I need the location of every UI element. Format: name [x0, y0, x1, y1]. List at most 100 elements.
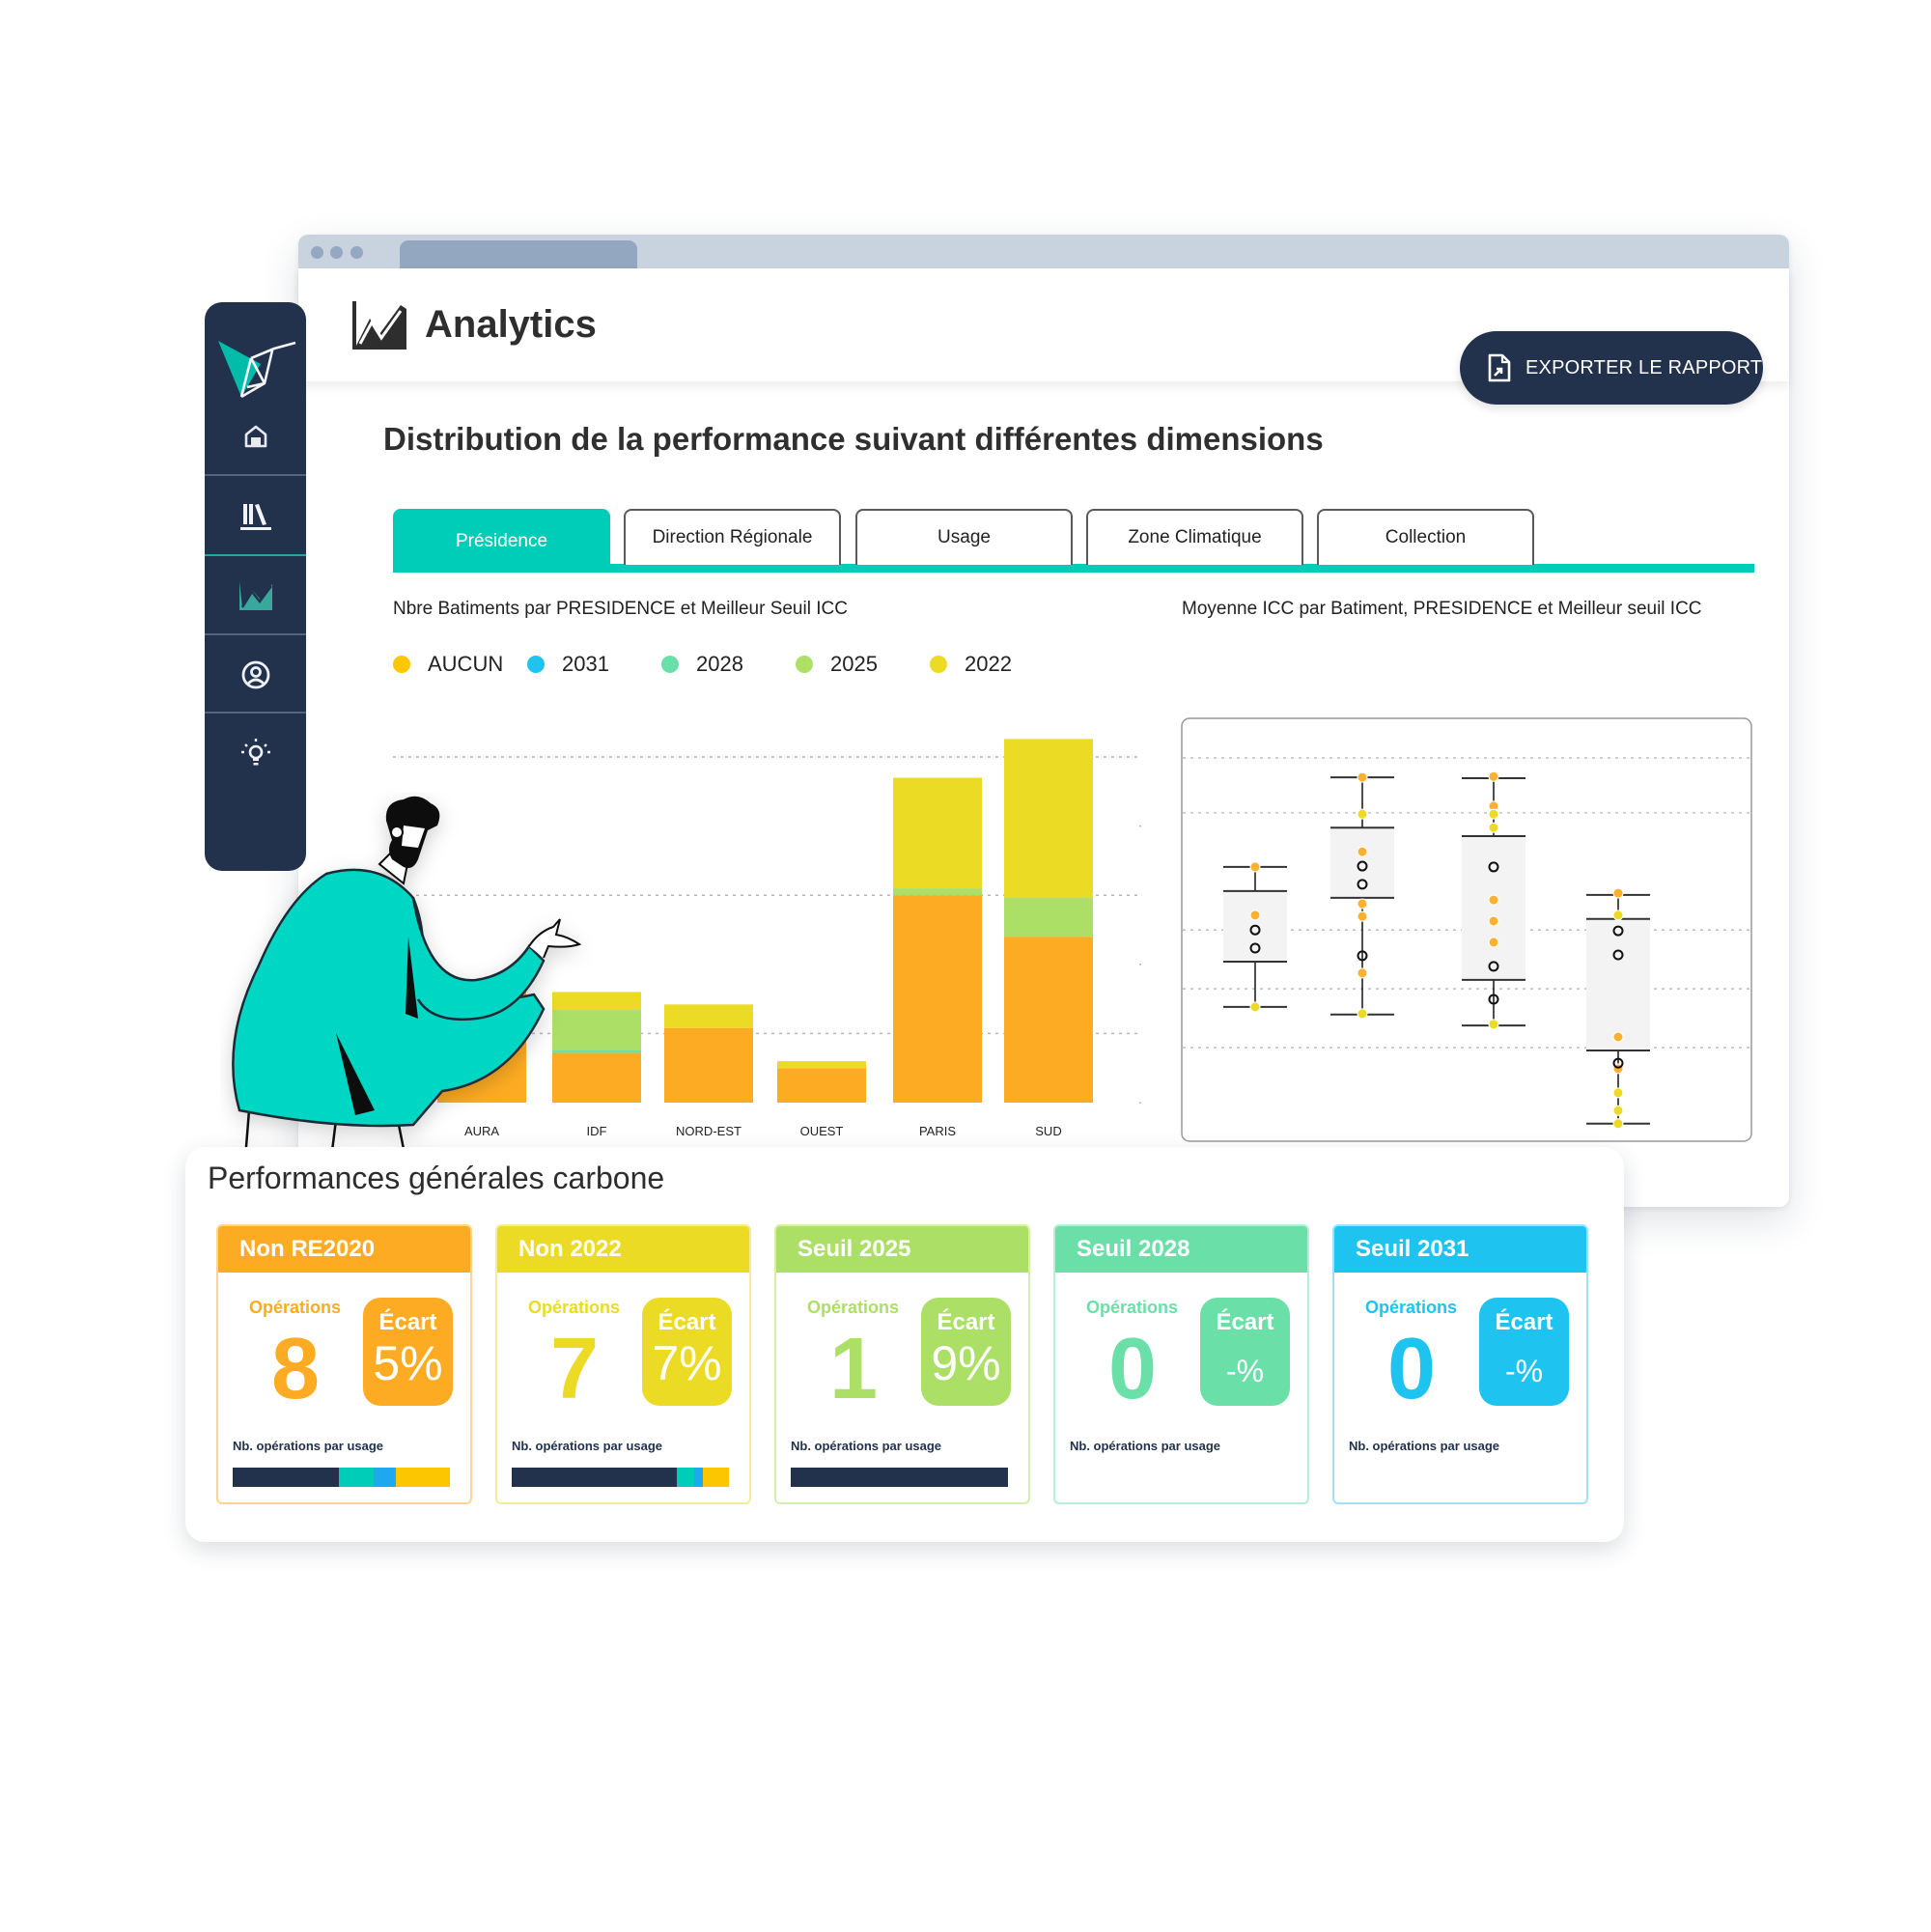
data-point-2022 — [1249, 1001, 1261, 1013]
sidebar-item-profile[interactable] — [205, 635, 306, 714]
sidebar-item-analytics[interactable] — [205, 556, 306, 634]
usage-label: Nb. opérations par usage — [1070, 1439, 1221, 1453]
data-point-aucun — [1249, 861, 1261, 873]
window-dot-icon[interactable] — [350, 246, 363, 259]
bar-segment-2022 — [1004, 739, 1093, 899]
tab-collection[interactable]: Collection — [1317, 509, 1534, 565]
operations-value: 0 — [1107, 1321, 1158, 1417]
usage-segment — [694, 1468, 703, 1487]
performance-panel: Performances générales carbone Non RE202… — [185, 1147, 1624, 1542]
data-point-2022 — [1612, 1118, 1624, 1130]
usage-segment — [233, 1468, 340, 1487]
usage-segment — [512, 1468, 677, 1487]
data-point-aucun — [1612, 1031, 1624, 1043]
operations-label: Opérations — [249, 1298, 342, 1317]
legend-label: 2022 — [965, 652, 1012, 676]
operations-label: Opérations — [1086, 1298, 1179, 1317]
legend-item-2031[interactable]: 2031 — [527, 652, 661, 677]
data-point-aucun — [1357, 771, 1368, 783]
tab-usage[interactable]: Usage — [855, 509, 1073, 565]
usage-segment — [374, 1468, 396, 1487]
legend-item-2022[interactable]: 2022 — [930, 652, 1064, 677]
usage-label: Nb. opérations par usage — [233, 1439, 384, 1453]
usage-segment — [677, 1468, 694, 1487]
home-icon — [244, 425, 266, 447]
data-point-aucun — [1488, 770, 1499, 782]
data-point-2022 — [1612, 1105, 1624, 1116]
data-point-2022 — [1612, 910, 1624, 921]
window-dot-icon[interactable] — [311, 246, 323, 259]
tab-presidence[interactable]: Présidence — [393, 509, 610, 573]
data-point-aucun — [1249, 910, 1261, 921]
operations-value: 1 — [828, 1321, 879, 1417]
data-point-aucun — [1357, 898, 1368, 910]
tab-zone-climatique[interactable]: Zone Climatique — [1086, 509, 1303, 565]
x-tick-label: SUD — [1035, 1124, 1061, 1138]
operations-value: 8 — [270, 1321, 321, 1417]
ecart-badge: Écart 7% — [642, 1298, 732, 1406]
ecart-badge: Écart 5% — [363, 1298, 453, 1406]
bar-segment-aucun — [893, 895, 982, 1103]
data-point-aucun — [1488, 894, 1499, 906]
box-iqr — [1586, 918, 1650, 1051]
export-report-button[interactable]: EXPORTER LE RAPPORT — [1460, 331, 1763, 405]
operations-label: Opérations — [1365, 1298, 1458, 1317]
usage-label: Nb. opérations par usage — [1349, 1439, 1500, 1453]
person-figure — [232, 796, 582, 1159]
operations-label: Opérations — [528, 1298, 621, 1317]
data-point-2022 — [1488, 1019, 1499, 1030]
window-dot-icon[interactable] — [330, 246, 343, 259]
file-export-icon — [1488, 353, 1511, 382]
bar-segment-2022 — [664, 1004, 753, 1028]
performance-card[interactable]: Non 2022 Opérations 7 Écart 7% Nb. opérations… — [495, 1224, 751, 1504]
card-title: Seuil 2025 — [776, 1226, 1028, 1273]
legend-label: 2028 — [696, 652, 743, 676]
legend-item-aucun[interactable]: AUCUN — [393, 652, 527, 677]
performance-card[interactable]: Seuil 2028 Opérations 0 Écart -% Nb. opératio… — [1053, 1224, 1309, 1504]
x-tick-label: PARIS — [919, 1124, 956, 1138]
box-iqr — [1462, 835, 1525, 980]
usage-stacked-bar — [233, 1468, 450, 1487]
usage-segment — [339, 1468, 375, 1487]
card-title: Non 2022 — [497, 1226, 749, 1273]
library-icon — [239, 503, 271, 530]
ecart-value: 5% — [373, 1336, 443, 1390]
box-plot-chart — [1181, 717, 1752, 1142]
legend-label: AUCUN — [428, 652, 504, 676]
performance-card[interactable]: Non RE2020 Opérations 8 Écart 5% Nb. opératio… — [216, 1224, 472, 1504]
operations-value: 7 — [549, 1321, 600, 1417]
ecart-value: 9% — [931, 1336, 1001, 1390]
ecart-label: Écart — [1216, 1309, 1274, 1335]
sidebar — [205, 302, 306, 871]
card-title: Seuil 2031 — [1334, 1226, 1586, 1273]
browser-tab[interactable] — [400, 240, 637, 268]
origami-bird-logo[interactable] — [212, 337, 299, 405]
legend-label: 2031 — [562, 652, 609, 676]
bar-segment-aucun — [777, 1068, 866, 1103]
performance-card[interactable]: Seuil 2031 Opérations 0 Écart -% Nb. opératio… — [1332, 1224, 1588, 1504]
usage-label: Nb. opérations par usage — [791, 1439, 942, 1453]
bar-segment-2022 — [893, 777, 982, 889]
bar-segment-2025 — [893, 888, 982, 896]
operations-label: Opérations — [807, 1298, 900, 1317]
sidebar-item-library[interactable] — [205, 476, 306, 554]
performance-card[interactable]: Seuil 2025 Opérations 1 Écart 9% Nb. opératio… — [774, 1224, 1030, 1504]
tab-direction-regionale[interactable]: Direction Régionale — [624, 509, 841, 565]
panel-title: Performances générales carbone — [208, 1161, 665, 1195]
usage-stacked-bar — [1070, 1468, 1287, 1487]
data-point-2022 — [1488, 822, 1499, 833]
data-point-aucun — [1612, 887, 1624, 899]
bar-segment-aucun — [664, 1027, 753, 1103]
data-point-2022 — [1488, 808, 1499, 820]
operations-value: 0 — [1386, 1321, 1437, 1417]
card-title: Non RE2020 — [218, 1226, 470, 1273]
sidebar-item-home[interactable] — [205, 396, 306, 474]
sidebar-item-ideas[interactable] — [205, 714, 306, 792]
legend-dot-icon — [393, 656, 410, 673]
legend-item-2028[interactable]: 2028 — [661, 652, 796, 677]
legend-item-2025[interactable]: 2025 — [796, 652, 930, 677]
lightbulb-icon — [240, 738, 270, 765]
data-point-2022 — [1357, 1008, 1368, 1020]
bar-chart-legend: AUCUN 2031 2028 2025 2022 — [393, 650, 1064, 679]
data-point-2022 — [1612, 1087, 1624, 1099]
